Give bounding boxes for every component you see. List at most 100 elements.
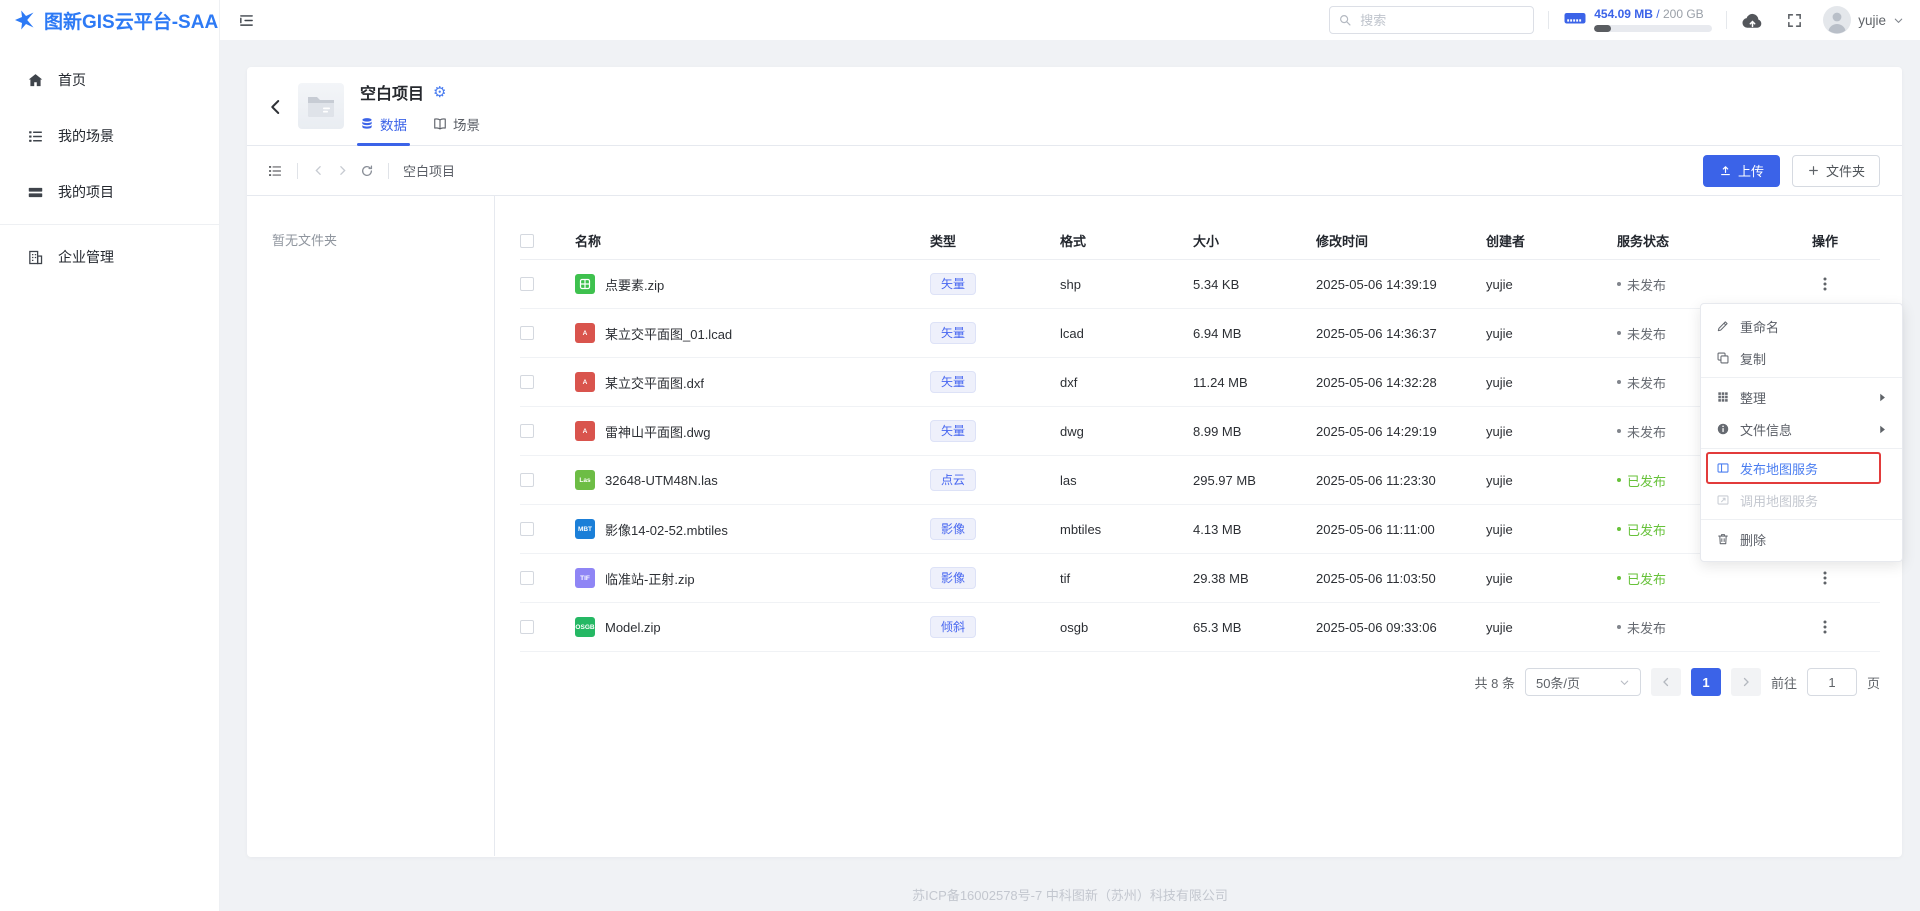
file-name[interactable]: 影像14-02-52.mbtiles bbox=[605, 520, 728, 539]
tab-data[interactable]: 数据 bbox=[360, 114, 407, 145]
sidebar-item-my-projects[interactable]: 我的项目 bbox=[0, 164, 219, 220]
row-checkbox[interactable] bbox=[520, 424, 534, 438]
storage-indicator: 454.09 MB / 200 GB bbox=[1563, 8, 1712, 32]
menu-item-rename[interactable]: 重命名 bbox=[1701, 310, 1902, 342]
row-actions-button[interactable] bbox=[1815, 617, 1835, 637]
row-checkbox[interactable] bbox=[520, 473, 534, 487]
fullscreen-icon[interactable] bbox=[1786, 12, 1803, 29]
search-icon bbox=[1338, 13, 1352, 27]
file-name[interactable]: Model.zip bbox=[605, 620, 661, 635]
dwg-file-icon: A bbox=[575, 421, 595, 441]
modified-value: 2025-05-06 11:23:30 bbox=[1316, 473, 1486, 488]
menu-item-copy[interactable]: 复制 bbox=[1701, 342, 1902, 374]
modified-value: 2025-05-06 14:29:19 bbox=[1316, 424, 1486, 439]
next-page-button[interactable] bbox=[1731, 668, 1761, 696]
table-row: A雷神山平面图.dwg矢量dwg8.99 MB2025-05-06 14:29:… bbox=[520, 407, 1880, 456]
project-settings-gear-icon[interactable]: ⚙ bbox=[433, 85, 446, 100]
call-map-service-icon bbox=[1716, 493, 1730, 507]
file-name[interactable]: 32648-UTM48N.las bbox=[605, 473, 718, 488]
file-name[interactable]: 点要素.zip bbox=[605, 275, 664, 294]
new-folder-button[interactable]: 文件夹 bbox=[1792, 155, 1880, 187]
avatar bbox=[1823, 6, 1851, 34]
project-card: 空白项目 ⚙ 数据 场景 bbox=[247, 67, 1902, 857]
home-icon bbox=[27, 72, 44, 89]
shp-file-icon bbox=[575, 274, 595, 294]
dxf-file-icon: A bbox=[575, 372, 595, 392]
file-name[interactable]: 某立交平面图_01.lcad bbox=[605, 324, 732, 343]
goto-page-input[interactable] bbox=[1807, 668, 1857, 696]
size-value: 65.3 MB bbox=[1193, 620, 1316, 635]
top-bar: 454.09 MB / 200 GB yujie bbox=[220, 0, 1920, 40]
current-page-button[interactable]: 1 bbox=[1691, 668, 1721, 696]
creator-value: yujie bbox=[1486, 424, 1617, 439]
nav-back-icon[interactable] bbox=[312, 164, 325, 177]
database-icon bbox=[360, 117, 374, 131]
tif-file-icon: TIF bbox=[575, 568, 595, 588]
search-input[interactable] bbox=[1329, 6, 1534, 34]
row-actions-button[interactable] bbox=[1815, 274, 1835, 294]
type-badge: 影像 bbox=[930, 518, 976, 540]
toolbar-divider bbox=[388, 163, 389, 179]
tab-scene[interactable]: 场景 bbox=[433, 114, 480, 145]
prev-page-button[interactable] bbox=[1651, 668, 1681, 696]
status-badge: 未发布 bbox=[1617, 422, 1666, 441]
file-name[interactable]: 某立交平面图.dxf bbox=[605, 373, 704, 392]
column-header-name: 名称 bbox=[575, 231, 930, 250]
storage-used: 454.09 MB bbox=[1594, 7, 1653, 21]
upload-button[interactable]: 上传 bbox=[1703, 155, 1780, 187]
las-file-icon: Las bbox=[575, 470, 595, 490]
menu-fold-icon[interactable] bbox=[238, 12, 255, 29]
menu-item-publish-map-service[interactable]: 发布地图服务 bbox=[1701, 452, 1902, 484]
chevron-down-icon bbox=[1619, 677, 1630, 688]
page-size-select[interactable]: 50条/页 bbox=[1525, 668, 1641, 696]
size-value: 6.94 MB bbox=[1193, 326, 1316, 341]
size-value: 4.13 MB bbox=[1193, 522, 1316, 537]
row-checkbox[interactable] bbox=[520, 277, 534, 291]
storage-progress-fill bbox=[1594, 25, 1611, 32]
column-header-modified: 修改时间 bbox=[1316, 231, 1486, 250]
modified-value: 2025-05-06 11:11:00 bbox=[1316, 522, 1486, 537]
cloud-upload-icon[interactable] bbox=[1741, 11, 1764, 30]
row-checkbox[interactable] bbox=[520, 522, 534, 536]
status-badge: 已发布 bbox=[1617, 569, 1666, 588]
row-checkbox[interactable] bbox=[520, 326, 534, 340]
sidebar-item-label: 我的场景 bbox=[58, 126, 114, 146]
refresh-icon[interactable] bbox=[360, 164, 374, 178]
creator-value: yujie bbox=[1486, 571, 1617, 586]
sidebar-divider bbox=[0, 224, 219, 225]
tab-label: 数据 bbox=[380, 114, 407, 134]
modified-value: 2025-05-06 14:32:28 bbox=[1316, 375, 1486, 390]
breadcrumb[interactable]: 空白项目 bbox=[403, 161, 455, 180]
list-view-icon[interactable] bbox=[267, 163, 283, 179]
row-actions-button[interactable] bbox=[1815, 568, 1835, 588]
menu-item-organize[interactable]: 整理 bbox=[1701, 381, 1902, 413]
back-button[interactable] bbox=[267, 98, 285, 116]
creator-value: yujie bbox=[1486, 375, 1617, 390]
storage-progress-bar bbox=[1594, 25, 1712, 32]
context-menu: 重命名 复制 整理 文件信息 发布地图服务 调用地图服务 删除 bbox=[1700, 303, 1903, 562]
user-menu[interactable]: yujie bbox=[1823, 6, 1904, 34]
column-header-creator: 创建者 bbox=[1486, 231, 1617, 250]
row-checkbox[interactable] bbox=[520, 571, 534, 585]
sidebar-item-home[interactable]: 首页 bbox=[0, 52, 219, 108]
format-value: tif bbox=[1060, 571, 1193, 586]
menu-item-file-info[interactable]: 文件信息 bbox=[1701, 413, 1902, 445]
submenu-arrow-icon bbox=[1878, 425, 1887, 434]
topbar-divider bbox=[1548, 11, 1549, 29]
creator-value: yujie bbox=[1486, 620, 1617, 635]
project-title: 空白项目 bbox=[360, 80, 424, 104]
folder-tree-panel: 暂无文件夹 bbox=[247, 196, 495, 856]
menu-item-delete[interactable]: 删除 bbox=[1701, 523, 1902, 555]
sidebar-item-my-scenes[interactable]: 我的场景 bbox=[0, 108, 219, 164]
row-checkbox[interactable] bbox=[520, 375, 534, 389]
sidebar-item-enterprise[interactable]: 企业管理 bbox=[0, 229, 219, 285]
nav-forward-icon[interactable] bbox=[336, 164, 349, 177]
file-name[interactable]: 临准站-正射.zip bbox=[605, 569, 695, 588]
chevron-down-icon bbox=[1893, 15, 1904, 26]
select-all-checkbox[interactable] bbox=[520, 234, 534, 248]
project-tabs: 数据 场景 bbox=[360, 114, 480, 145]
sidebar-item-label: 首页 bbox=[58, 70, 86, 90]
folder-icon bbox=[306, 93, 336, 119]
file-name[interactable]: 雷神山平面图.dwg bbox=[605, 422, 710, 441]
row-checkbox[interactable] bbox=[520, 620, 534, 634]
